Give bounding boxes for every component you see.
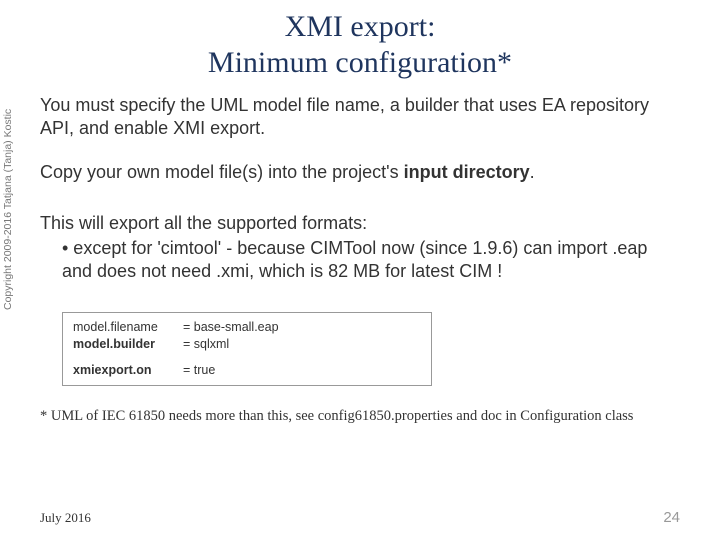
copyright-text: Copyright 2009-2016 Tatjana (Tanja) Kost… [2,109,14,310]
footer-date: July 2016 [40,510,91,526]
copy-pre: Copy your own model file(s) into the pro… [40,162,404,182]
config-row-builder: model.builder = sqlxml [73,336,421,353]
copy-bold: input directory [404,162,530,182]
config-key: model.builder [73,336,183,353]
footnote: * UML of IEC 61850 needs more than this,… [40,408,680,425]
copy-post: . [530,162,535,182]
config-row-filename: model.filename = base-small.eap [73,319,421,336]
bullet-block: This will export all the supported forma… [40,212,680,284]
config-gap [73,352,421,362]
config-val: = sqlxml [183,336,229,353]
config-val: = base-small.eap [183,319,279,336]
config-row-xmiexport: xmiexport.on = true [73,362,421,379]
title-block: XMI export: Minimum configuration* [40,10,680,80]
bullet-item: • except for 'cimtool' - because CIMTool… [40,237,680,284]
bullet-lead: This will export all the supported forma… [40,212,680,235]
footer-page: 24 [663,509,680,526]
config-box: model.filename = base-small.eap model.bu… [62,312,432,387]
footer: July 2016 24 [40,509,680,526]
slide-title-line2: Minimum configuration* [40,46,680,80]
config-key: xmiexport.on [73,362,183,379]
slide-title-line1: XMI export: [40,10,680,44]
config-val: = true [183,362,215,379]
copy-paragraph: Copy your own model file(s) into the pro… [40,161,680,184]
slide: Copyright 2009-2016 Tatjana (Tanja) Kost… [0,0,720,540]
config-key: model.filename [73,319,183,336]
intro-paragraph: You must specify the UML model file name… [40,94,680,139]
